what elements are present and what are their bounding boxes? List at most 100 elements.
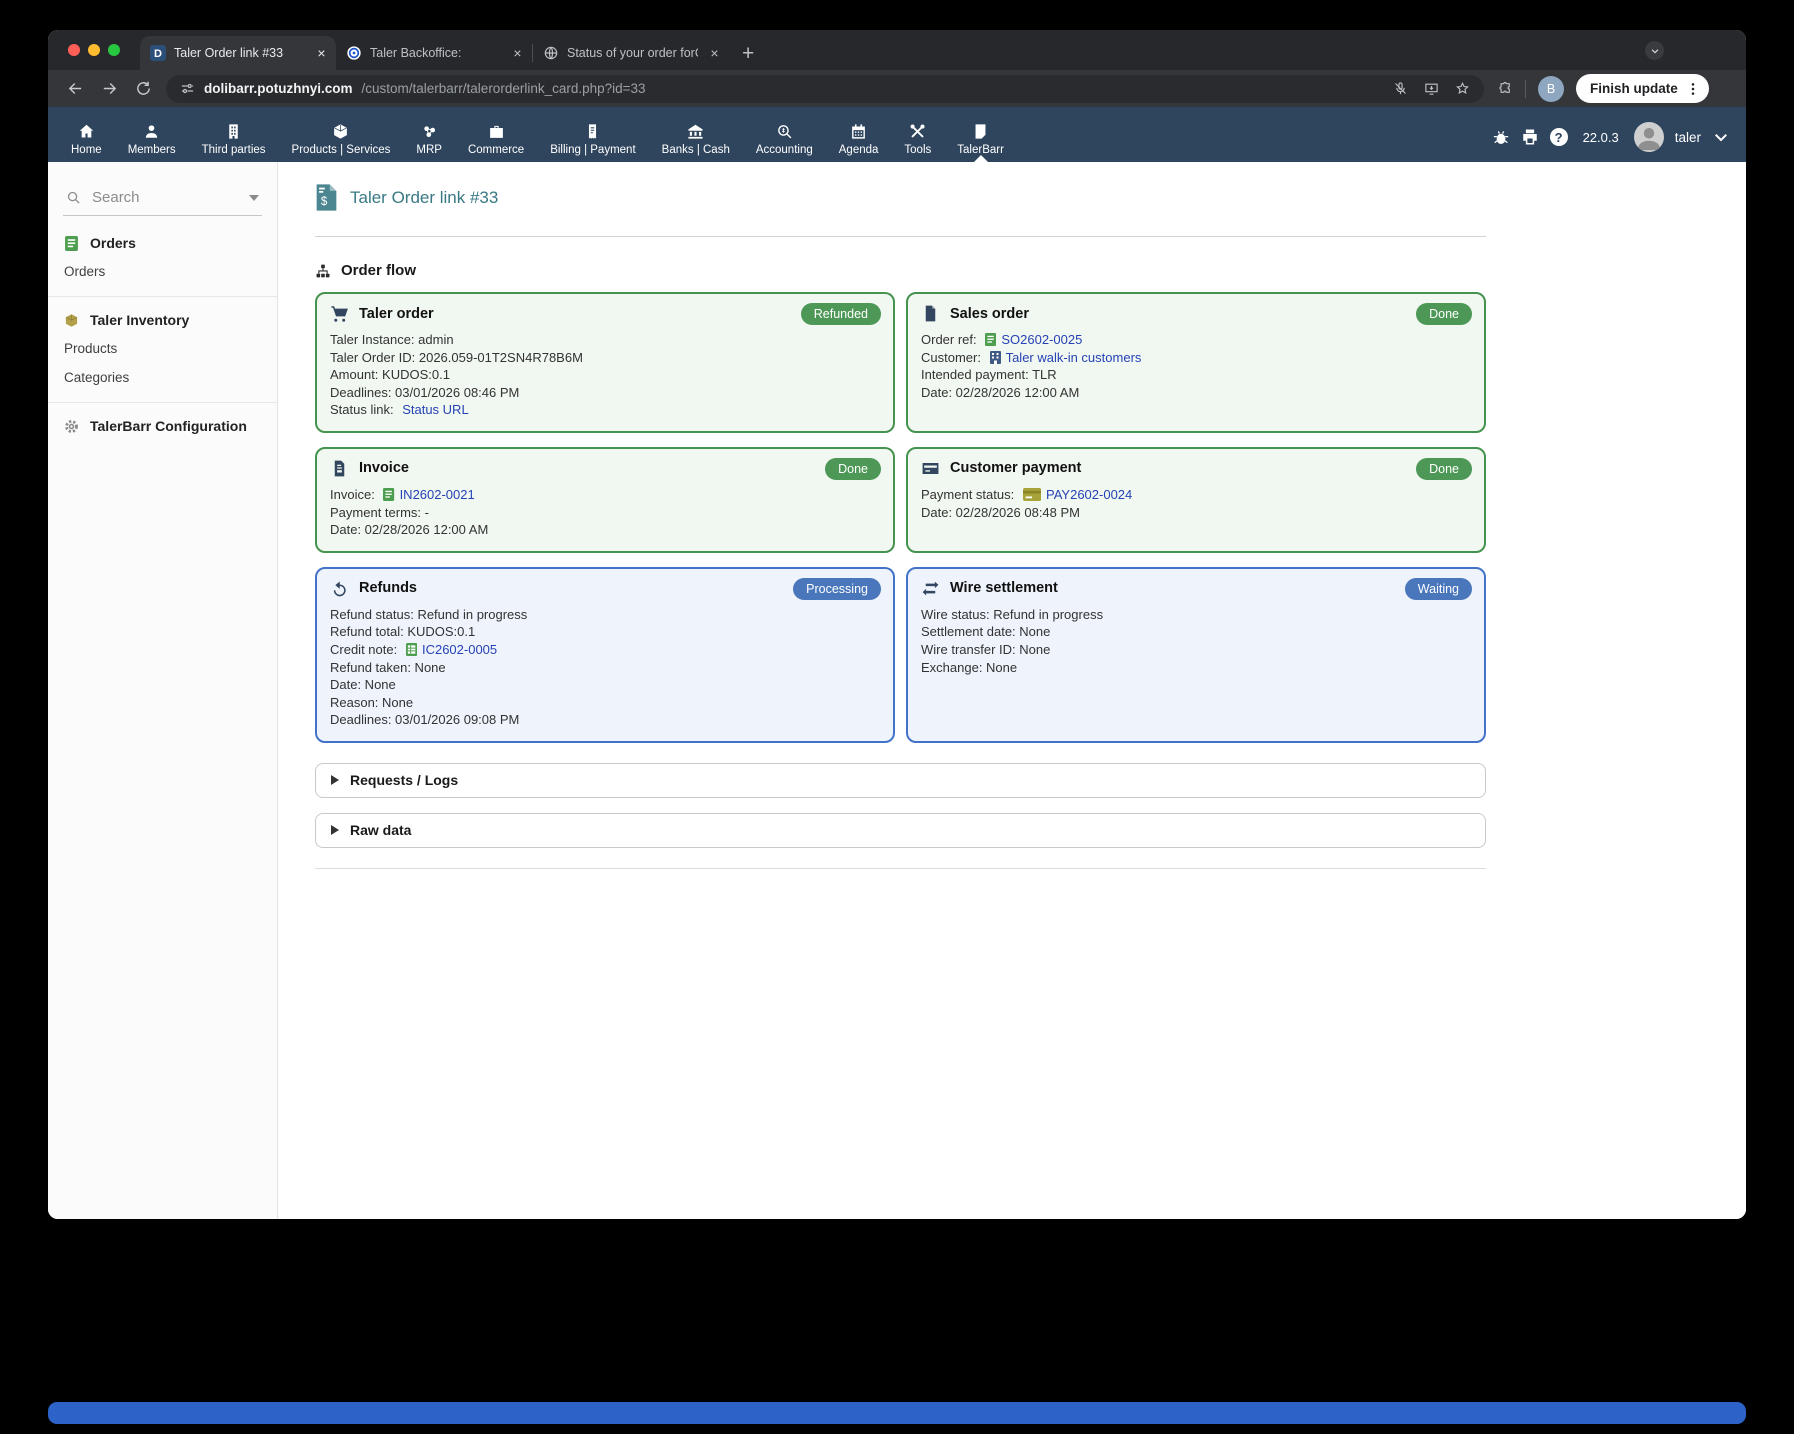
card-link[interactable]: IC2602-0005: [422, 641, 497, 659]
nav-item-mrp[interactable]: MRP: [403, 123, 455, 156]
accordion-raw-data[interactable]: Raw data: [315, 813, 1486, 848]
card-line: Date: None: [330, 676, 879, 694]
card-link[interactable]: PAY2602-0024: [1046, 486, 1132, 504]
reload-icon[interactable]: [128, 80, 158, 97]
card-line: Settlement date: None: [921, 623, 1470, 641]
card-line: Intended payment: TLR: [921, 366, 1470, 384]
nav-item-commerce[interactable]: Commerce: [455, 123, 537, 156]
tab-close-icon[interactable]: ×: [706, 45, 723, 62]
close-window-button[interactable]: [68, 44, 80, 56]
new-tab-button[interactable]: +: [729, 43, 767, 70]
tab-close-icon[interactable]: ×: [313, 45, 330, 62]
mrp-icon: [421, 123, 438, 140]
globe-favicon-icon: [543, 45, 559, 61]
nav-item-accounting[interactable]: Accounting: [743, 123, 826, 156]
browser-menu-dots-icon[interactable]: [1685, 81, 1701, 97]
browser-window: DTaler Order link #33×Taler Backoffice:×…: [48, 30, 1746, 1219]
card-title: Sales order: [950, 306, 1029, 322]
sidebar-section-title: Orders: [90, 235, 136, 251]
sidebar-item-products[interactable]: Products: [48, 334, 277, 363]
finish-update-button[interactable]: Finish update: [1576, 74, 1709, 103]
sidebar-search[interactable]: [63, 182, 262, 216]
card-link[interactable]: SO2602-0025: [1001, 331, 1082, 349]
card-line-text: Order ref:: [921, 331, 980, 349]
card-header-sales-order: Sales order: [921, 304, 1470, 323]
nav-item-products-services[interactable]: Products | Services: [279, 123, 404, 156]
browser-tab[interactable]: Taler Backoffice:×: [336, 36, 532, 70]
nav-item-members[interactable]: Members: [115, 123, 189, 156]
cube-icon: [332, 123, 349, 140]
status-badge: Refunded: [801, 303, 881, 325]
sidebar-section-talerbarr-configuration[interactable]: TalerBarr Configuration: [48, 405, 277, 440]
sidebar-item-categories[interactable]: Categories: [48, 363, 277, 392]
install-icon[interactable]: [1424, 81, 1439, 96]
search-input[interactable]: [90, 188, 240, 207]
card-line-text: Invoice:: [330, 486, 378, 504]
accordion-label: Raw data: [350, 822, 411, 838]
mini-doc-green-icon: [985, 333, 996, 346]
nav-item-agenda[interactable]: Agenda: [826, 123, 892, 156]
sidebar-section-taler-inventory[interactable]: Taler Inventory: [48, 299, 277, 334]
site-settings-icon[interactable]: [180, 81, 195, 96]
card-title: Refunds: [359, 580, 417, 596]
nav-item-tools[interactable]: Tools: [891, 123, 944, 156]
sidebar-item-orders[interactable]: Orders: [48, 257, 277, 286]
url-path: /custom/talerbarr/talerorderlink_card.ph…: [362, 81, 646, 96]
user-avatar[interactable]: [1634, 122, 1664, 152]
nav-item-label: Third parties: [202, 144, 266, 156]
username-label[interactable]: taler: [1675, 130, 1701, 145]
tab-title: Status of your order forOrder: [567, 46, 698, 60]
order-flow-heading: Order flow: [315, 262, 1746, 279]
nav-item-label: Banks | Cash: [662, 144, 730, 156]
card-link[interactable]: Status URL: [402, 401, 468, 419]
mini-company-icon: [990, 351, 1001, 364]
minimize-window-button[interactable]: [88, 44, 100, 56]
fullscreen-window-button[interactable]: [108, 44, 120, 56]
card-link[interactable]: IN2602-0021: [400, 486, 475, 504]
page-head: $ Taler Order link #33: [315, 184, 1746, 211]
nav-item-label: MRP: [416, 144, 442, 156]
nav-item-billing-payment[interactable]: Billing | Payment: [537, 123, 648, 156]
card-line-text: Date: 02/28/2026 12:00 AM: [921, 384, 1079, 402]
sidebar-section-orders[interactable]: Orders: [48, 222, 277, 257]
forward-icon[interactable]: [94, 80, 124, 97]
back-icon[interactable]: [60, 80, 90, 97]
window-controls: [48, 44, 140, 70]
nav-item-home[interactable]: Home: [58, 123, 115, 156]
browser-toolbar: dolibarr.potuzhnyi.com/custom/talerbarr/…: [48, 70, 1746, 107]
accordion-requests-logs[interactable]: Requests / Logs: [315, 763, 1486, 798]
nav-item-talerbarr[interactable]: TalerBarr: [944, 123, 1017, 156]
finish-update-label: Finish update: [1590, 81, 1678, 96]
tab-search-chevron-icon[interactable]: [1645, 41, 1664, 60]
dolibarr-favicon-icon: D: [150, 45, 166, 61]
navbar-items: Home Members Third parties Products | Servi…: [58, 123, 1017, 156]
taler-favicon-icon: [346, 45, 362, 61]
card-invoice: InvoiceDoneInvoice: IN2602-0021Payment t…: [315, 447, 895, 553]
dolibarr-navbar: Home Members Third parties Products | Servi…: [48, 107, 1746, 162]
card-line-text: Date: 02/28/2026 08:48 PM: [921, 504, 1080, 522]
nav-item-banks-cash[interactable]: Banks | Cash: [649, 123, 743, 156]
card-header-wire-settlement: Wire settlement: [921, 579, 1470, 598]
card-header-taler-order: Taler order: [330, 304, 879, 323]
background-window-strip: [48, 1402, 1746, 1424]
user-menu-chevron-icon[interactable]: [1712, 128, 1730, 146]
card-line: Payment terms: -: [330, 504, 879, 522]
toolbar-separator: [1525, 80, 1526, 98]
browser-tab[interactable]: DTaler Order link #33×: [140, 36, 336, 70]
mic-off-icon[interactable]: [1393, 81, 1408, 96]
extensions-puzzle-icon[interactable]: [1498, 81, 1513, 96]
print-icon[interactable]: [1521, 128, 1539, 146]
address-bar[interactable]: dolibarr.potuzhnyi.com/custom/talerbarr/…: [166, 75, 1484, 103]
help-icon[interactable]: ?: [1550, 128, 1568, 146]
tab-close-icon[interactable]: ×: [509, 45, 526, 62]
card-title: Invoice: [359, 460, 409, 476]
profile-avatar[interactable]: B: [1538, 76, 1564, 102]
card-link[interactable]: Taler walk-in customers: [1006, 349, 1142, 367]
nav-item-label: Home: [71, 144, 102, 156]
bug-icon[interactable]: [1492, 128, 1510, 146]
sidebar-section-title: Taler Inventory: [90, 312, 189, 328]
nav-item-third-parties[interactable]: Third parties: [189, 123, 279, 156]
search-dropdown-caret-icon[interactable]: [249, 195, 259, 201]
browser-tab[interactable]: Status of your order forOrder ×: [533, 36, 729, 70]
bookmark-star-icon[interactable]: [1455, 81, 1470, 96]
